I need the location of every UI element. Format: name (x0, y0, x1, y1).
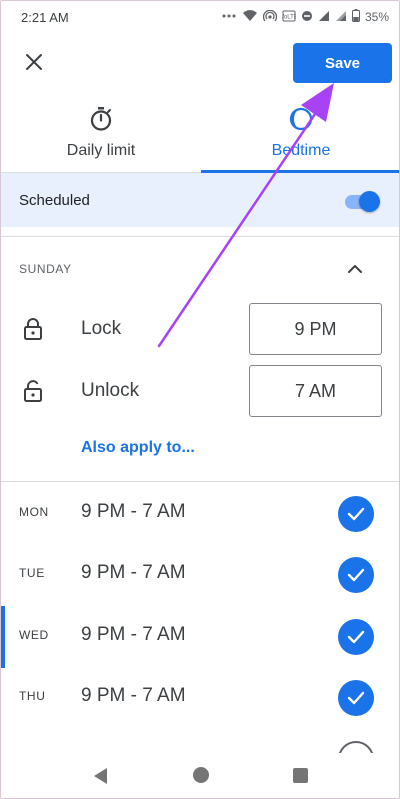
moon-icon (289, 107, 313, 131)
day-range: 9 PM - 7 AM (81, 624, 186, 645)
tab-bedtime[interactable]: Bedtime (201, 97, 399, 173)
day-checkbox[interactable] (338, 619, 374, 655)
day-row-tue[interactable]: TUE 9 PM - 7 AM (1, 544, 399, 606)
signal-dots-icon (221, 10, 237, 24)
unlock-label: Unlock (81, 380, 140, 401)
check-icon (347, 507, 365, 521)
check-icon (347, 568, 365, 582)
status-icons: VoLTE 35% (221, 9, 389, 25)
sim-icon (318, 10, 330, 25)
navigation-bar (1, 753, 399, 798)
do-not-disturb-icon (301, 10, 313, 25)
divider (1, 236, 399, 237)
also-apply-link[interactable]: Also apply to... (81, 439, 195, 457)
day-range: 9 PM - 7 AM (81, 562, 186, 583)
toggle-knob (359, 191, 380, 212)
lock-label: Lock (81, 318, 122, 339)
day-section-title: SUNDAY (19, 262, 72, 276)
app-frame: 2:21 AM VoLTE (0, 0, 400, 799)
lock-row: Lock 9 PM (1, 303, 399, 357)
divider (1, 481, 399, 482)
battery-icon (351, 9, 360, 25)
unlock-time-field[interactable]: 7 AM (249, 365, 382, 417)
tab-label: Daily limit (66, 142, 136, 159)
tab-label: Bedtime (271, 142, 331, 159)
signal-icon (335, 10, 347, 25)
lock-time-field[interactable]: 9 PM (249, 303, 382, 355)
hotspot-icon (262, 9, 278, 25)
home-icon[interactable] (193, 767, 209, 783)
day-name: TUE (19, 566, 45, 580)
status-bar: 2:21 AM VoLTE (1, 1, 399, 35)
unlock-icon (24, 380, 42, 402)
save-button[interactable]: Save (293, 43, 392, 83)
day-checkbox[interactable] (338, 496, 374, 532)
check-icon (347, 691, 365, 705)
wifi-icon (242, 9, 258, 25)
day-name: THU (19, 689, 46, 703)
volte-icon: VoLTE (280, 10, 298, 25)
back-icon[interactable] (92, 767, 110, 785)
day-range: 9 PM - 7 AM (81, 685, 186, 706)
scheduled-label: Scheduled (19, 192, 90, 209)
unlock-row: Unlock 7 AM (1, 365, 399, 419)
day-checkbox[interactable] (338, 680, 374, 716)
close-button[interactable] (21, 49, 47, 75)
lock-icon (24, 318, 42, 340)
timer-icon (90, 107, 112, 131)
svg-text:VoLTE: VoLTE (282, 14, 296, 20)
recents-icon[interactable] (293, 768, 308, 783)
day-row-wed[interactable]: WED 9 PM - 7 AM (1, 606, 399, 668)
day-name: WED (19, 628, 49, 642)
collapse-button[interactable] (341, 255, 369, 283)
check-icon (347, 630, 365, 644)
day-row-mon[interactable]: MON 9 PM - 7 AM (1, 483, 399, 545)
day-name: MON (19, 505, 49, 519)
scheduled-toggle[interactable] (343, 190, 381, 212)
day-range: 9 PM - 7 AM (81, 501, 186, 522)
scheduled-row[interactable]: Scheduled (1, 173, 399, 227)
close-icon (26, 54, 42, 70)
day-row-thu[interactable]: THU 9 PM - 7 AM (1, 667, 399, 729)
battery-percent: 35% (364, 10, 389, 24)
tab-daily-limit[interactable]: Daily limit (1, 97, 201, 173)
status-time: 2:21 AM (21, 10, 69, 25)
day-checkbox[interactable] (338, 557, 374, 593)
chevron-up-icon (348, 265, 362, 273)
tab-bar: Daily limit Bedtime (1, 97, 399, 173)
